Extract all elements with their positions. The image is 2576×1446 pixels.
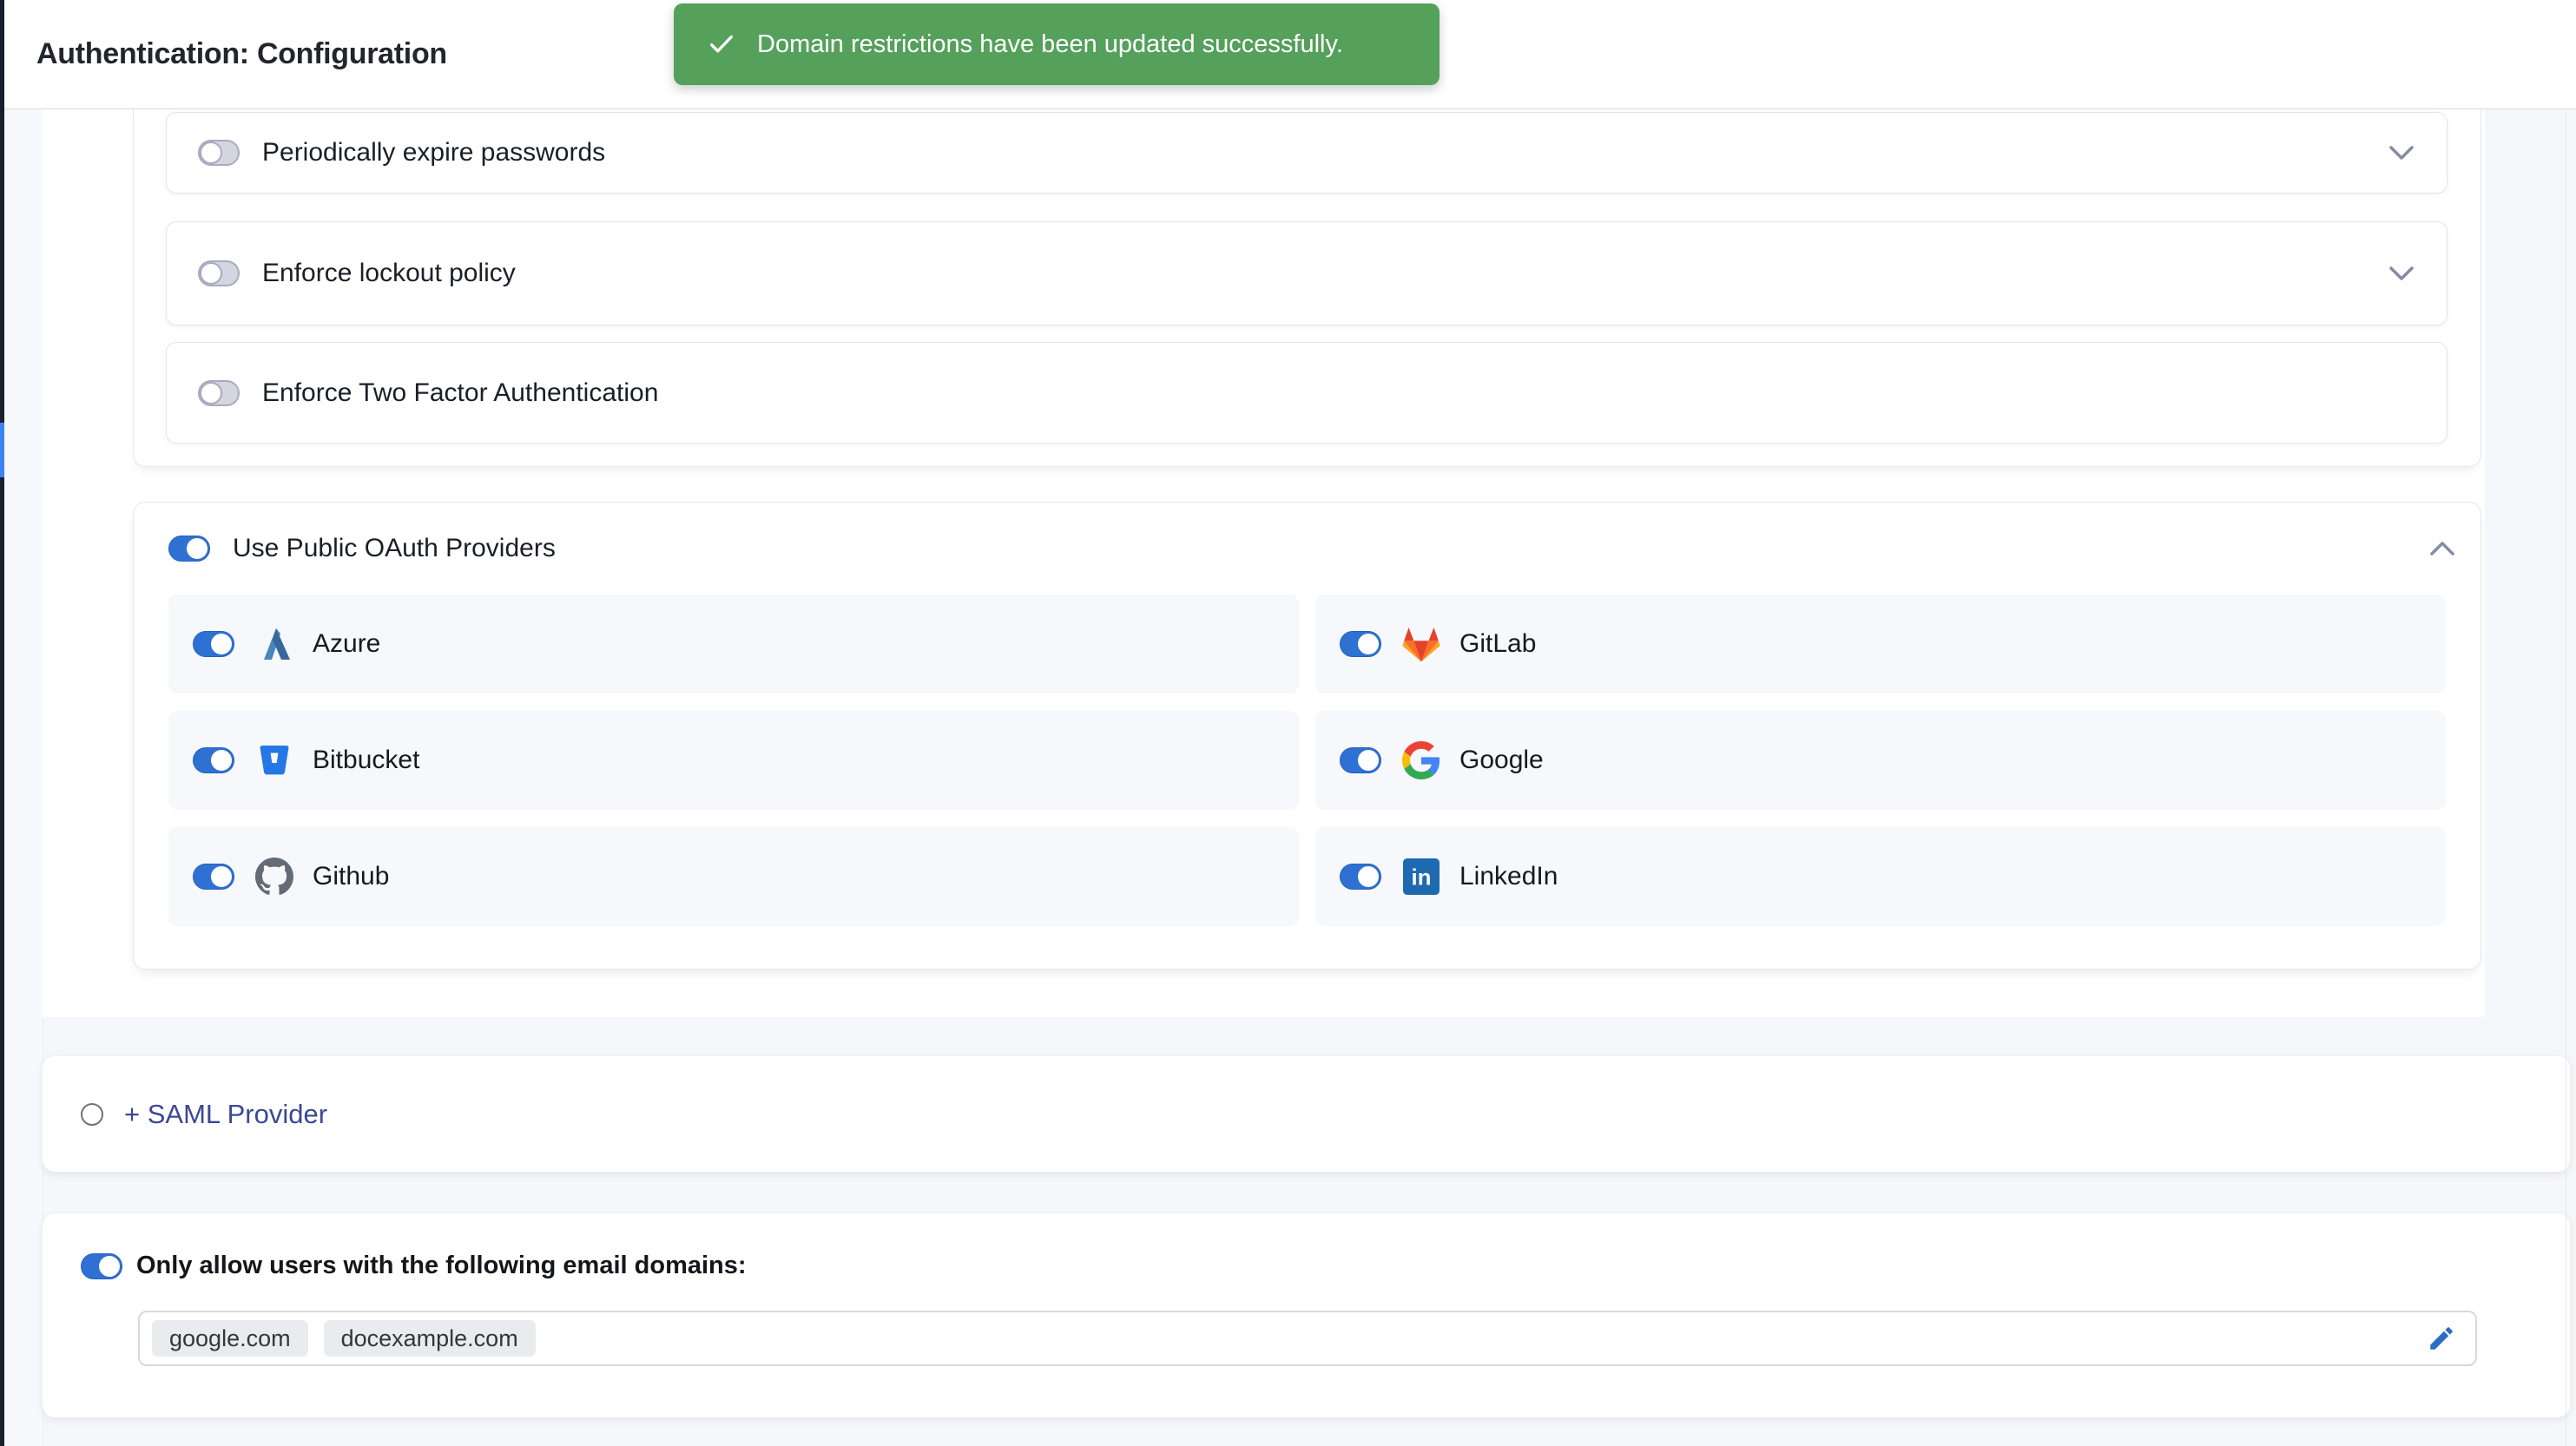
azure-icon — [255, 625, 293, 663]
oauth-providers-group: Use Public OAuth Providers Azure — [133, 502, 2481, 969]
gitlab-toggle[interactable] — [1340, 631, 1381, 657]
email-domains-toggle[interactable] — [81, 1253, 122, 1279]
setting-card-enforce-two-factor-authentication: Enforce Two Factor Authentication — [166, 342, 2448, 444]
periodically-expire-passwords-toggle[interactable] — [198, 140, 240, 166]
toggle-knob — [99, 1256, 120, 1277]
email-domains-header: Only allow users with the following emai… — [81, 1252, 2570, 1280]
setting-label: Enforce lockout policy — [262, 259, 516, 288]
provider-label: Github — [313, 862, 389, 891]
chevron-down-icon[interactable] — [2388, 265, 2415, 282]
provider-row-google: Google — [1315, 711, 2446, 810]
domain-tag[interactable]: google.com — [152, 1320, 308, 1357]
github-icon — [255, 858, 293, 896]
chevron-up-icon[interactable] — [2428, 540, 2456, 557]
success-toast: Domain restrictions have been updated su… — [674, 3, 1440, 85]
provider-row-azure: Azure — [168, 595, 1299, 693]
google-icon — [1402, 741, 1440, 779]
edit-pencil-icon[interactable] — [2427, 1324, 2456, 1353]
setting-card-periodically-expire-passwords: Periodically expire passwords — [166, 112, 2448, 194]
google-toggle[interactable] — [1340, 747, 1381, 773]
enforce-lockout-policy-toggle[interactable] — [198, 260, 240, 286]
password-policies-group: Periodically expire passwords Enforce lo… — [133, 108, 2481, 467]
page-title: Authentication: Configuration — [36, 37, 447, 71]
toggle-knob — [211, 634, 232, 654]
email-domains-label: Only allow users with the following emai… — [136, 1252, 747, 1280]
collapsed-sidebar-rail — [0, 0, 4, 1446]
toggle-knob — [200, 382, 222, 404]
domain-tag[interactable]: docexample.com — [324, 1320, 536, 1357]
setting-label: Periodically expire passwords — [262, 138, 605, 168]
left-gutter — [4, 0, 43, 1446]
toggle-knob — [200, 262, 222, 285]
provider-label: Bitbucket — [313, 746, 419, 775]
enforce-two-factor-toggle[interactable] — [198, 380, 240, 406]
provider-label: Google — [1459, 746, 1544, 775]
toggle-knob — [211, 750, 232, 771]
svg-text:in: in — [1412, 866, 1432, 891]
setting-label: Enforce Two Factor Authentication — [262, 378, 658, 408]
saml-provider-card: + SAML Provider — [43, 1056, 2570, 1172]
email-domains-input[interactable]: google.com docexample.com — [138, 1311, 2477, 1366]
toggle-knob — [1358, 634, 1379, 654]
azure-toggle[interactable] — [193, 631, 234, 657]
toggle-knob — [200, 141, 222, 164]
toggle-knob — [211, 866, 232, 887]
oauth-group-label: Use Public OAuth Providers — [233, 534, 556, 563]
toggle-knob — [1358, 750, 1379, 771]
gitlab-icon — [1402, 625, 1440, 663]
provider-row-gitlab: GitLab — [1315, 595, 2446, 693]
sidebar-active-indicator — [0, 423, 4, 477]
provider-label: GitLab — [1459, 629, 1536, 659]
use-public-oauth-providers-toggle[interactable] — [168, 536, 210, 562]
setting-card-enforce-lockout-policy: Enforce lockout policy — [166, 221, 2448, 325]
provider-row-linkedin: in LinkedIn — [1315, 827, 2446, 926]
chevron-down-icon[interactable] — [2388, 144, 2415, 161]
oauth-group-header: Use Public OAuth Providers — [134, 503, 2480, 595]
add-saml-provider-link[interactable]: + SAML Provider — [124, 1099, 327, 1130]
check-icon — [707, 30, 736, 59]
provider-label: LinkedIn — [1459, 862, 1558, 891]
toggle-knob — [187, 538, 208, 559]
toast-message: Domain restrictions have been updated su… — [757, 30, 1343, 59]
linkedin-toggle[interactable] — [1340, 864, 1381, 890]
oauth-providers-grid: Azure GitLab — [168, 595, 2446, 926]
authentication-configuration-page: Periodically expire passwords Enforce lo… — [0, 0, 2576, 1446]
toggle-knob — [1358, 866, 1379, 887]
provider-row-bitbucket: Bitbucket — [168, 711, 1299, 810]
github-toggle[interactable] — [193, 864, 234, 890]
provider-row-github: Github — [168, 827, 1299, 926]
linkedin-icon: in — [1402, 858, 1440, 896]
bitbucket-toggle[interactable] — [193, 747, 234, 773]
bitbucket-icon — [255, 741, 293, 779]
saml-provider-radio[interactable] — [81, 1103, 103, 1126]
provider-label: Azure — [313, 629, 380, 659]
email-domains-card: Only allow users with the following emai… — [43, 1213, 2570, 1417]
